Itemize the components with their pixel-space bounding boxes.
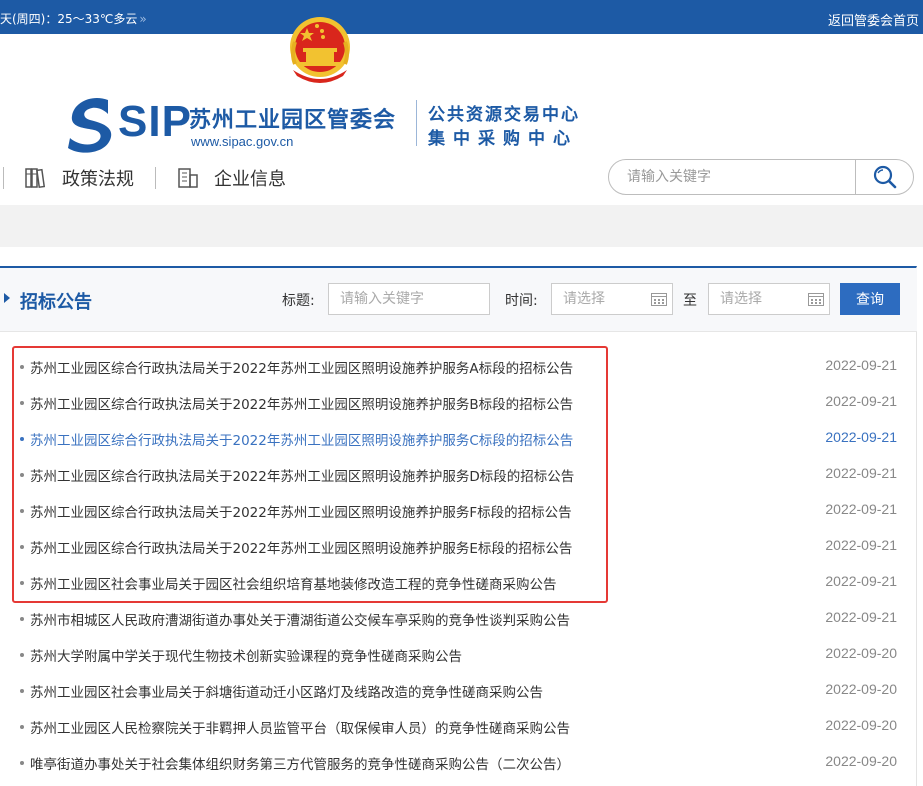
- bullet-icon: [20, 509, 24, 513]
- list-item[interactable]: 苏州工业园区社会事业局关于园区社会组织培育基地装修改造工程的竞争性磋商采购公告 2…: [0, 565, 917, 601]
- bullet-icon: [20, 473, 24, 477]
- bullet-icon: [20, 545, 24, 549]
- announcement-date: 2022-09-21: [825, 429, 897, 445]
- breadcrumb-band: [0, 205, 923, 247]
- list-item[interactable]: 唯亭街道办事处关于社会集体组织财务第三方代管服务的竞争性磋商采购公告（二次公告）…: [0, 745, 917, 781]
- books-icon: [25, 168, 46, 189]
- announcement-title[interactable]: 苏州工业园区社会事业局关于园区社会组织培育基地装修改造工程的竞争性磋商采购公告: [30, 573, 557, 593]
- top-bar: 天(周四)：25～33℃多云» 返回管委会首页: [0, 0, 923, 34]
- list-item[interactable]: 苏州大学附属中学关于现代生物技术创新实验课程的竞争性磋商采购公告 2022-09-…: [0, 637, 917, 673]
- announcement-date: 2022-09-20: [825, 717, 897, 733]
- announcement-date: 2022-09-20: [825, 753, 897, 769]
- announcement-date: 2022-09-21: [825, 357, 897, 373]
- nav-separator: [155, 167, 156, 189]
- bullet-icon: [20, 365, 24, 369]
- sip-logo-icon: [68, 97, 112, 153]
- bullet-icon: [20, 617, 24, 621]
- announcement-date: 2022-09-21: [825, 393, 897, 409]
- logo-sip-text: SIP: [118, 97, 192, 146]
- announcement-title[interactable]: 苏州工业园区综合行政执法局关于2022年苏州工业园区照明设施养护服务E标段的招标…: [30, 537, 572, 557]
- search-icon: [873, 165, 896, 189]
- weather-arrow-icon[interactable]: »: [139, 12, 146, 26]
- filter-to-label: 至: [683, 293, 697, 309]
- announcement-list: 苏州工业园区综合行政执法局关于2022年苏州工业园区照明设施养护服务A标段的招标…: [0, 349, 917, 781]
- announcement-title[interactable]: 唯亭街道办事处关于社会集体组织财务第三方代管服务的竞争性磋商采购公告（二次公告）: [30, 753, 570, 773]
- back-to-home-link[interactable]: 返回管委会首页: [828, 10, 919, 29]
- nav-item-label: 政策法规: [62, 169, 134, 190]
- logo-divider: [416, 100, 417, 146]
- site-search: [608, 159, 914, 195]
- list-item[interactable]: 苏州工业园区综合行政执法局关于2022年苏州工业园区照明设施养护服务C标段的招标…: [0, 421, 917, 457]
- announcement-title[interactable]: 苏州工业园区综合行政执法局关于2022年苏州工业园区照明设施养护服务A标段的招标…: [30, 357, 573, 377]
- calendar-icon[interactable]: [651, 292, 667, 306]
- announcement-date: 2022-09-21: [825, 609, 897, 625]
- search-button[interactable]: [855, 159, 913, 195]
- bullet-icon: [20, 581, 24, 585]
- nav-separator: [3, 167, 4, 189]
- panel-title: 招标公告: [20, 292, 92, 313]
- logo-subtitle-1: 公共资源交易中心: [428, 105, 580, 125]
- nav-item-policy[interactable]: 政策法规: [24, 162, 134, 194]
- query-button[interactable]: 查询: [840, 283, 900, 315]
- building-icon: [178, 168, 198, 188]
- announcement-title[interactable]: 苏州工业园区综合行政执法局关于2022年苏州工业园区照明设施养护服务F标段的招标…: [30, 501, 572, 521]
- announcement-date: 2022-09-21: [825, 465, 897, 481]
- announcement-date: 2022-09-20: [825, 681, 897, 697]
- list-item[interactable]: 苏州工业园区综合行政执法局关于2022年苏州工业园区照明设施养护服务E标段的招标…: [0, 529, 917, 565]
- announcement-date: 2022-09-21: [825, 537, 897, 553]
- bullet-icon: [20, 653, 24, 657]
- bullet-icon: [20, 437, 24, 441]
- bullet-icon: [20, 401, 24, 405]
- announcement-date: 2022-09-20: [825, 645, 897, 661]
- list-item[interactable]: 苏州工业园区综合行政执法局关于2022年苏州工业园区照明设施养护服务F标段的招标…: [0, 493, 917, 529]
- announcement-title[interactable]: 苏州工业园区综合行政执法局关于2022年苏州工业园区照明设施养护服务D标段的招标…: [30, 465, 574, 485]
- national-emblem-icon: [285, 14, 355, 88]
- section-marker-icon: [4, 293, 10, 303]
- announcement-title[interactable]: 苏州市相城区人民政府漕湖街道办事处关于漕湖街道公交候车亭采购的竞争性谈判采购公告: [30, 609, 570, 629]
- search-input[interactable]: [627, 166, 847, 188]
- announcement-title[interactable]: 苏州工业园区人民检察院关于非羁押人员监管平台（取保候审人员）的竞争性磋商采购公告: [30, 717, 570, 737]
- panel-header: 招标公告 标题: 时间: 至 查询: [0, 268, 917, 332]
- tender-announcement-panel: 招标公告 标题: 时间: 至 查询 苏州工业园区综合行政执法局关于2022年苏州…: [0, 266, 917, 786]
- logo-url: www.sipac.gov.cn: [191, 134, 294, 149]
- weather-text: 天(周四)：25～33℃多云»: [0, 10, 147, 27]
- logo-subtitle-2: 集中采购中心: [428, 129, 578, 149]
- weather-label: 天(周四)：25～33℃多云: [0, 12, 138, 26]
- filter-title-label: 标题:: [282, 293, 315, 309]
- bullet-icon: [20, 761, 24, 765]
- list-item[interactable]: 苏州工业园区人民检察院关于非羁押人员监管平台（取保候审人员）的竞争性磋商采购公告…: [0, 709, 917, 745]
- nav-item-enterprise[interactable]: 企业信息: [176, 162, 286, 194]
- filter-title-input[interactable]: [328, 283, 490, 315]
- announcement-date: 2022-09-21: [825, 501, 897, 517]
- announcement-title[interactable]: 苏州工业园区社会事业局关于斜塘街道动迁小区路灯及线路改造的竞争性磋商采购公告: [30, 681, 543, 701]
- main-nav: 政策法规 企业信息: [0, 160, 600, 196]
- list-item[interactable]: 苏州工业园区综合行政执法局关于2022年苏州工业园区照明设施养护服务D标段的招标…: [0, 457, 917, 493]
- list-item[interactable]: 苏州工业园区社会事业局关于斜塘街道动迁小区路灯及线路改造的竞争性磋商采购公告 20…: [0, 673, 917, 709]
- list-item[interactable]: 苏州工业园区综合行政执法局关于2022年苏州工业园区照明设施养护服务B标段的招标…: [0, 385, 917, 421]
- bullet-icon: [20, 689, 24, 693]
- announcement-date: 2022-09-21: [825, 573, 897, 589]
- logo-org-name: 苏州工业园区管委会: [189, 108, 397, 133]
- list-item[interactable]: 苏州工业园区综合行政执法局关于2022年苏州工业园区照明设施养护服务A标段的招标…: [0, 349, 917, 385]
- nav-item-label: 企业信息: [214, 169, 286, 190]
- bullet-icon: [20, 725, 24, 729]
- announcement-title[interactable]: 苏州工业园区综合行政执法局关于2022年苏州工业园区照明设施养护服务B标段的招标…: [30, 393, 573, 413]
- announcement-title[interactable]: 苏州大学附属中学关于现代生物技术创新实验课程的竞争性磋商采购公告: [30, 645, 462, 665]
- list-item[interactable]: 苏州市相城区人民政府漕湖街道办事处关于漕湖街道公交候车亭采购的竞争性谈判采购公告…: [0, 601, 917, 637]
- calendar-icon[interactable]: [808, 292, 824, 306]
- filter-time-label: 时间:: [505, 293, 538, 309]
- announcement-title[interactable]: 苏州工业园区综合行政执法局关于2022年苏州工业园区照明设施养护服务C标段的招标…: [30, 429, 573, 449]
